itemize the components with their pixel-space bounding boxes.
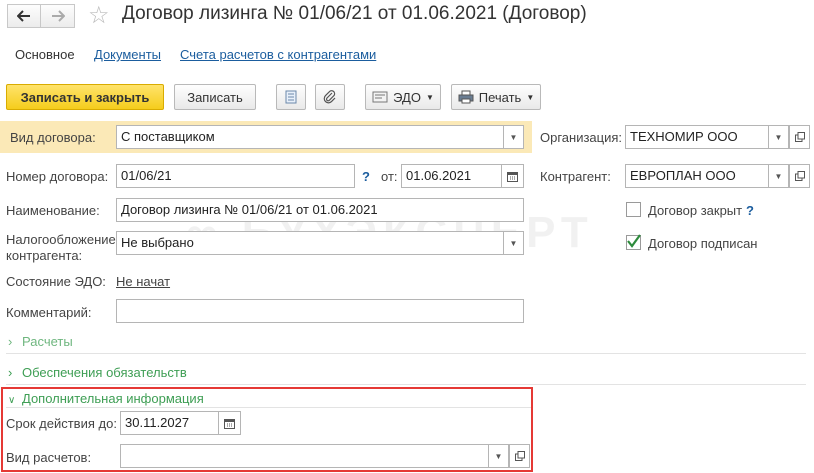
- chevron-down-icon: ▼: [425, 92, 434, 102]
- chevron-down-icon: ▼: [509, 132, 518, 142]
- chevron-down-icon: ▼: [526, 92, 535, 102]
- name-label: Наименование:: [6, 203, 100, 218]
- counterparty-label: Контрагент:: [540, 169, 611, 184]
- tab-documents[interactable]: Документы: [94, 47, 161, 62]
- comment-label: Комментарий:: [6, 305, 92, 320]
- section-payments-label: Расчеты: [22, 334, 73, 349]
- chevron-right-icon: ›: [8, 365, 13, 380]
- organization-open-button[interactable]: [789, 125, 810, 149]
- chevron-right-icon: ›: [8, 334, 13, 349]
- edo-state-link[interactable]: Не начат: [116, 274, 170, 289]
- checkmark-icon: [627, 234, 641, 248]
- divider: [6, 384, 806, 385]
- number-help-icon[interactable]: ?: [362, 169, 370, 184]
- divider: [6, 353, 806, 354]
- contract-closed-checkbox[interactable]: [626, 202, 641, 217]
- tax-dropdown[interactable]: ▼: [504, 231, 524, 255]
- arrow-left-icon: [17, 10, 30, 22]
- counterparty-dropdown[interactable]: ▼: [769, 164, 789, 188]
- open-icon: [514, 451, 525, 461]
- organization-field[interactable]: ТЕХНОМИР ООО: [625, 125, 769, 149]
- tax-label-line1: Налогообложение: [6, 232, 116, 247]
- calendar-icon: [224, 418, 235, 429]
- contract-type-dropdown[interactable]: ▼: [504, 125, 524, 149]
- chevron-down-icon: ▼: [774, 171, 783, 181]
- arrow-right-icon: [51, 10, 65, 22]
- counterparty-field[interactable]: ЕВРОПЛАН ООО: [625, 164, 769, 188]
- back-button[interactable]: [7, 4, 41, 28]
- save-button[interactable]: Записать: [174, 84, 256, 110]
- section-collateral-label: Обеспечения обязательств: [22, 365, 187, 380]
- date-label: от:: [381, 169, 398, 184]
- tab-accounts[interactable]: Счета расчетов с контрагентами: [180, 47, 376, 62]
- number-field[interactable]: 01/06/21: [116, 164, 355, 188]
- forward-button[interactable]: [41, 4, 75, 28]
- contract-type-field[interactable]: С поставщиком: [116, 125, 504, 149]
- edo-label: ЭДО: [393, 89, 421, 105]
- tax-label-line2: контрагента:: [6, 248, 83, 263]
- name-field[interactable]: Договор лизинга № 01/06/21 от 01.06.2021: [116, 198, 524, 222]
- contract-closed-help-icon[interactable]: ?: [746, 203, 754, 218]
- calendar-icon: [507, 171, 518, 182]
- save-and-close-button[interactable]: Записать и закрыть: [6, 84, 164, 110]
- valid-until-field[interactable]: 30.11.2027: [120, 411, 219, 435]
- valid-until-calendar-button[interactable]: [219, 411, 241, 435]
- print-label: Печать: [478, 89, 522, 105]
- counterparty-open-button[interactable]: [789, 164, 810, 188]
- printer-icon: [458, 90, 474, 104]
- print-menu-button[interactable]: Печать ▼: [451, 84, 541, 110]
- organization-label: Организация:: [540, 130, 623, 145]
- section-additional-label: Дополнительная информация: [22, 391, 204, 406]
- contract-type-label: Вид договора:: [10, 130, 96, 145]
- edo-menu-button[interactable]: ЭДО ▼: [365, 84, 441, 110]
- contract-closed-label: Договор закрыт: [648, 203, 743, 218]
- section-payments[interactable]: › Расчеты: [8, 334, 73, 349]
- divider: [6, 407, 531, 408]
- date-calendar-button[interactable]: [502, 164, 524, 188]
- date-field[interactable]: 01.06.2021: [401, 164, 502, 188]
- favorite-star-icon[interactable]: ☆: [88, 1, 110, 30]
- attach-button[interactable]: [315, 84, 345, 110]
- payment-type-label: Вид расчетов:: [6, 450, 92, 465]
- chevron-down-icon: ▼: [494, 451, 503, 461]
- chevron-down-icon: ▼: [774, 132, 783, 142]
- page-title: Договор лизинга № 01/06/21 от 01.06.2021…: [122, 3, 587, 24]
- payment-type-open-button[interactable]: [509, 444, 530, 468]
- number-label: Номер договора:: [6, 169, 109, 184]
- list-icon: [285, 90, 297, 104]
- open-icon: [794, 171, 805, 181]
- payment-type-dropdown[interactable]: ▼: [489, 444, 509, 468]
- section-collateral[interactable]: › Обеспечения обязательств: [8, 365, 187, 380]
- chevron-down-icon: ∨: [8, 395, 16, 406]
- document-list-button[interactable]: [276, 84, 306, 110]
- contract-signed-checkbox[interactable]: [626, 234, 641, 250]
- organization-dropdown[interactable]: ▼: [769, 125, 789, 149]
- comment-field[interactable]: [116, 299, 524, 323]
- edo-state-label: Состояние ЭДО:: [6, 274, 106, 289]
- chevron-down-icon: ▼: [509, 238, 518, 248]
- tab-main[interactable]: Основное: [15, 47, 75, 62]
- edo-icon: [372, 91, 388, 103]
- open-icon: [794, 132, 805, 142]
- tax-field[interactable]: Не выбрано: [116, 231, 504, 255]
- payment-type-field[interactable]: [120, 444, 489, 468]
- valid-until-label: Срок действия до:: [6, 416, 117, 431]
- contract-signed-label: Договор подписан: [648, 236, 758, 251]
- paperclip-icon: [323, 90, 336, 104]
- section-additional[interactable]: ∨ Дополнительная информация: [8, 391, 204, 406]
